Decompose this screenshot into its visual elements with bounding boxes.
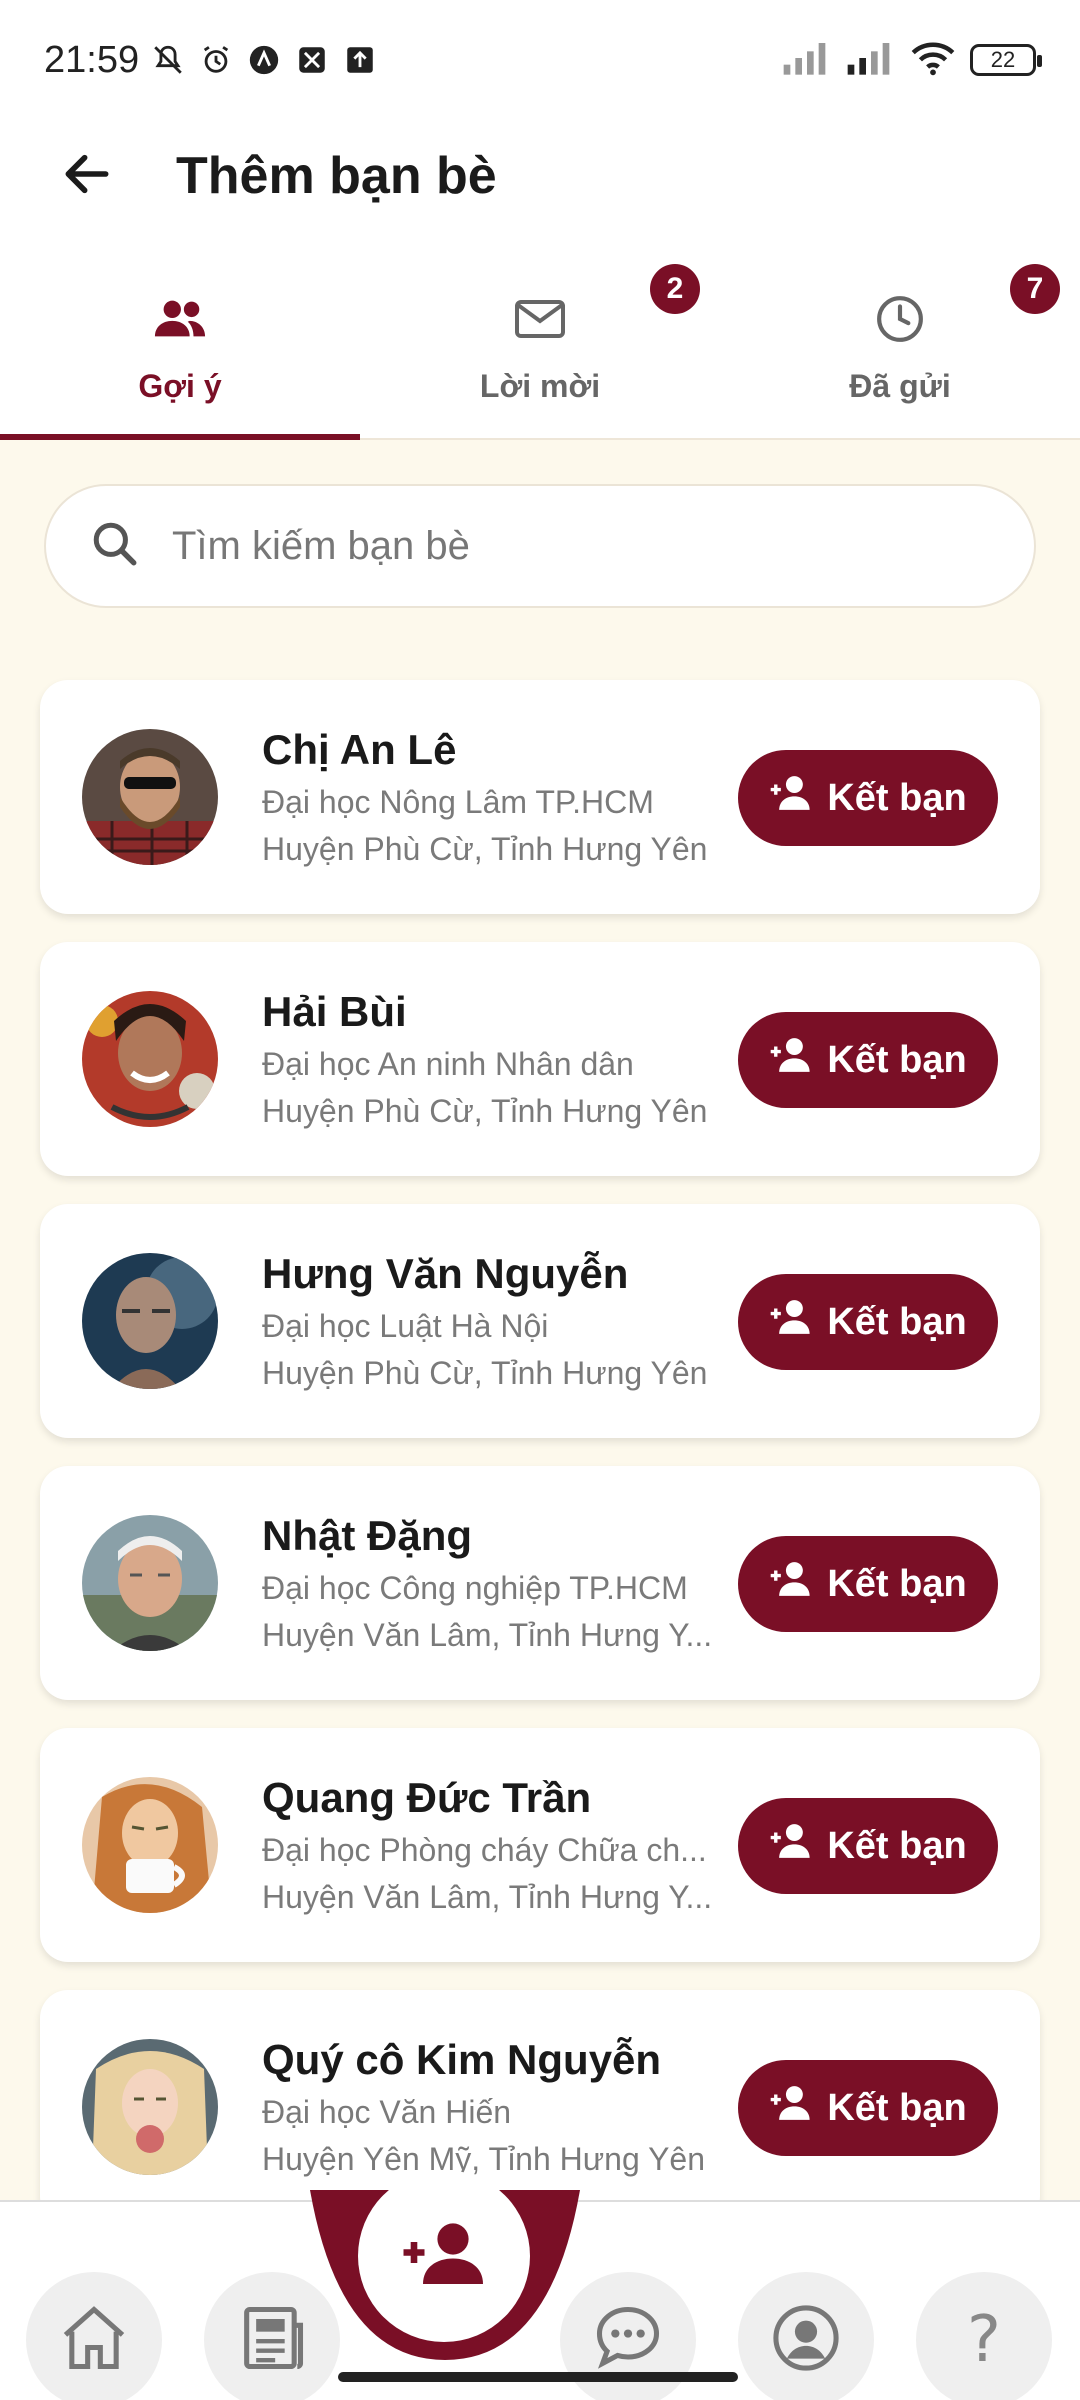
help-icon: ? (967, 2303, 1001, 2377)
friend-info: Hưng Văn Nguyễn Đại học Luật Hà Nội Huyệ… (262, 1250, 722, 1392)
tab-sent[interactable]: Đã gửi 7 (720, 232, 1080, 438)
add-friend-label: Kết bạn (827, 1038, 967, 1081)
friend-name: Hải Bùi (262, 988, 407, 1035)
wifi-icon (910, 40, 956, 81)
friend-suggestion-list: Chị An Lê Đại học Nông Lâm TP.HCM Huyện … (40, 680, 1040, 2252)
arrow-left-icon (59, 146, 115, 207)
person-add-icon (769, 773, 813, 823)
avatar (82, 729, 218, 865)
mail-icon (513, 292, 567, 346)
app-icon (245, 41, 283, 79)
search-bar[interactable] (44, 484, 1036, 608)
friend-card[interactable]: Hải Bùi Đại học An ninh Nhân dân Huyện P… (40, 942, 1040, 1176)
add-friend-label: Kết bạn (827, 2086, 967, 2129)
friend-card[interactable]: Nhật Đặng Đại học Công nghiệp TP.HCM Huy… (40, 1466, 1040, 1700)
person-add-icon (769, 1297, 813, 1347)
friend-info: Quang Đức Trần Đại học Phòng cháy Chữa c… (262, 1774, 722, 1916)
tab-invitations[interactable]: Lời mời 2 (360, 232, 720, 438)
add-friend-label: Kết bạn (827, 1562, 967, 1605)
avatar (82, 1253, 218, 1389)
friend-school: Đại học An ninh Nhân dân (262, 1046, 634, 1082)
add-friend-button[interactable]: Kết bạn (738, 1274, 998, 1370)
friend-school: Đại học Công nghiệp TP.HCM (262, 1570, 688, 1606)
status-system-icons: 22 (782, 40, 1042, 81)
friend-school: Đại học Văn Hiến (262, 2094, 512, 2130)
friend-school: Đại học Nông Lâm TP.HCM (262, 784, 654, 820)
tab-label: Đã gửi (849, 368, 951, 404)
avatar (82, 1515, 218, 1651)
friend-card[interactable]: Chị An Lê Đại học Nông Lâm TP.HCM Huyện … (40, 680, 1040, 914)
avatar (82, 991, 218, 1127)
profile-icon (768, 2300, 844, 2381)
add-friend-button[interactable]: Kết bạn (738, 1798, 998, 1894)
friend-card[interactable]: Quang Đức Trần Đại học Phòng cháy Chữa c… (40, 1728, 1040, 1962)
add-friend-label: Kết bạn (827, 776, 967, 819)
add-friend-button[interactable]: Kết bạn (738, 750, 998, 846)
nav-help[interactable]: ? (916, 2272, 1052, 2400)
tab-bar: Gợi ý Lời mời 2 Đã gửi 7 (0, 232, 1080, 440)
person-add-icon (769, 1559, 813, 1609)
signal-icon (846, 41, 896, 80)
tab-suggestions[interactable]: Gợi ý (0, 232, 360, 440)
friend-name: Chị An Lê (262, 726, 457, 773)
upload-icon (341, 41, 379, 79)
sent-badge: 7 (1010, 264, 1060, 314)
add-friend-button[interactable]: Kết bạn (738, 1012, 998, 1108)
friend-name: Quang Đức Trần (262, 1774, 592, 1821)
friend-school: Đại học Phòng cháy Chữa ch... (262, 1832, 707, 1868)
friend-location: Huyện Văn Lâm, Tỉnh Hưng Y... (262, 1617, 713, 1653)
home-icon (56, 2300, 132, 2381)
home-indicator[interactable] (338, 2372, 738, 2382)
add-friend-icon (402, 2219, 486, 2294)
alarm-icon (197, 41, 235, 79)
signal-icon (782, 41, 832, 80)
friend-info: Nhật Đặng Đại học Công nghiệp TP.HCM Huy… (262, 1512, 722, 1654)
battery-icon: 22 (970, 44, 1042, 76)
status-bar: 21:59 22 (0, 0, 1080, 120)
friend-location: Huyện Phù Cừ, Tỉnh Hưng Yên (262, 1093, 708, 1129)
friend-name: Quý cô Kim Nguyễn (262, 2036, 662, 2083)
friend-location: Huyện Văn Lâm, Tỉnh Hưng Y... (262, 1879, 713, 1915)
chat-icon (590, 2300, 666, 2381)
friend-location: Huyện Phù Cừ, Tỉnh Hưng Yên (262, 1355, 708, 1391)
friend-school: Đại học Luật Hà Nội (262, 1308, 549, 1344)
tab-label: Lời mời (479, 368, 601, 404)
friend-info: Quý cô Kim Nguyễn Đại học Văn Hiến Huyện… (262, 2036, 722, 2178)
friend-info: Hải Bùi Đại học An ninh Nhân dân Huyện P… (262, 988, 722, 1130)
status-notification-icons (149, 41, 379, 79)
app-header: Thêm bạn bè (0, 120, 1080, 232)
nav-home[interactable] (26, 2272, 162, 2400)
search-input[interactable] (172, 523, 972, 569)
nav-profile[interactable] (738, 2272, 874, 2400)
tab-label: Gợi ý (138, 368, 222, 404)
app-icon (293, 41, 331, 79)
invitations-badge: 2 (650, 264, 700, 314)
mute-icon (149, 41, 187, 79)
page-title: Thêm bạn bè (176, 147, 497, 205)
friend-location: Huyện Yên Mỹ, Tỉnh Hưng Yên (262, 2141, 706, 2177)
friend-card[interactable]: Hưng Văn Nguyễn Đại học Luật Hà Nội Huyệ… (40, 1204, 1040, 1438)
add-friend-button[interactable]: Kết bạn (738, 1536, 998, 1632)
add-friend-label: Kết bạn (827, 1300, 967, 1343)
nav-add-friend[interactable] (358, 2170, 530, 2342)
person-add-icon (769, 1821, 813, 1871)
news-icon (234, 2300, 310, 2381)
person-add-icon (769, 1035, 813, 1085)
clock-icon (873, 292, 927, 346)
add-friend-button[interactable]: Kết bạn (738, 2060, 998, 2156)
friend-location: Huyện Phù Cừ, Tỉnh Hưng Yên (262, 831, 708, 867)
avatar (82, 1777, 218, 1913)
avatar (82, 2039, 218, 2175)
status-time: 21:59 (44, 38, 140, 81)
friend-info: Chị An Lê Đại học Nông Lâm TP.HCM Huyện … (262, 726, 722, 868)
friend-card[interactable]: Quý cô Kim Nguyễn Đại học Văn Hiến Huyện… (40, 1990, 1040, 2224)
battery-level: 22 (990, 47, 1016, 72)
back-button[interactable] (32, 120, 142, 232)
friend-name: Hưng Văn Nguyễn (262, 1250, 629, 1297)
friend-name: Nhật Đặng (262, 1512, 472, 1559)
search-icon (90, 519, 140, 574)
add-friend-label: Kết bạn (827, 1824, 967, 1867)
person-add-icon (769, 2083, 813, 2133)
people-icon (153, 292, 207, 346)
